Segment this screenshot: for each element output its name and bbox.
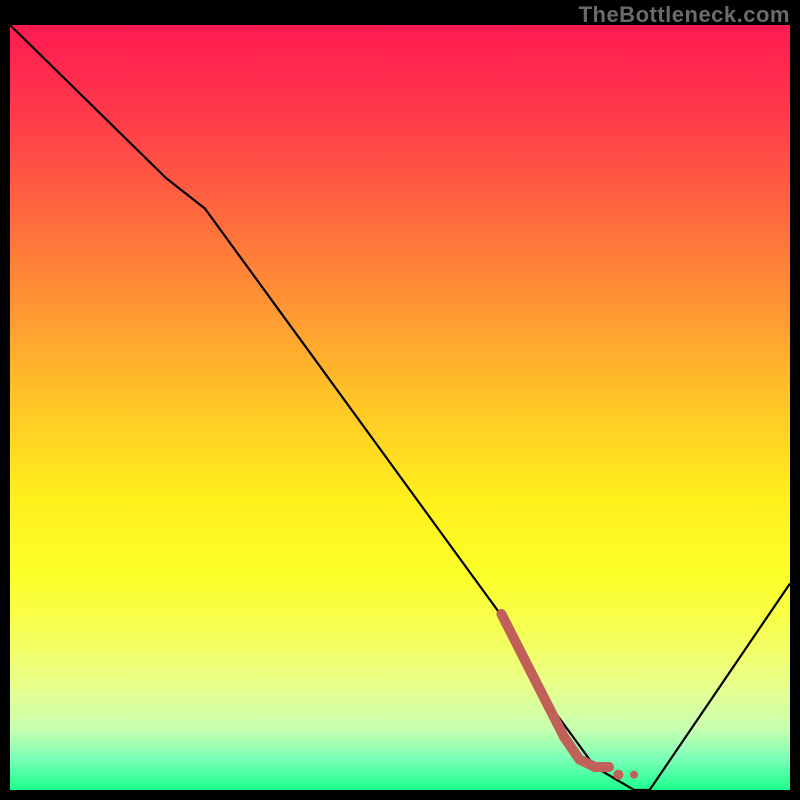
chart-svg (10, 25, 790, 790)
bottleneck-curve (10, 25, 790, 790)
highlight-dot (613, 770, 623, 780)
highlight-segment (501, 614, 563, 737)
highlight-dot (630, 771, 638, 779)
highlight-segment-tail (564, 737, 595, 768)
chart-plot-area (10, 25, 790, 790)
highlight-dots-group (501, 614, 638, 780)
